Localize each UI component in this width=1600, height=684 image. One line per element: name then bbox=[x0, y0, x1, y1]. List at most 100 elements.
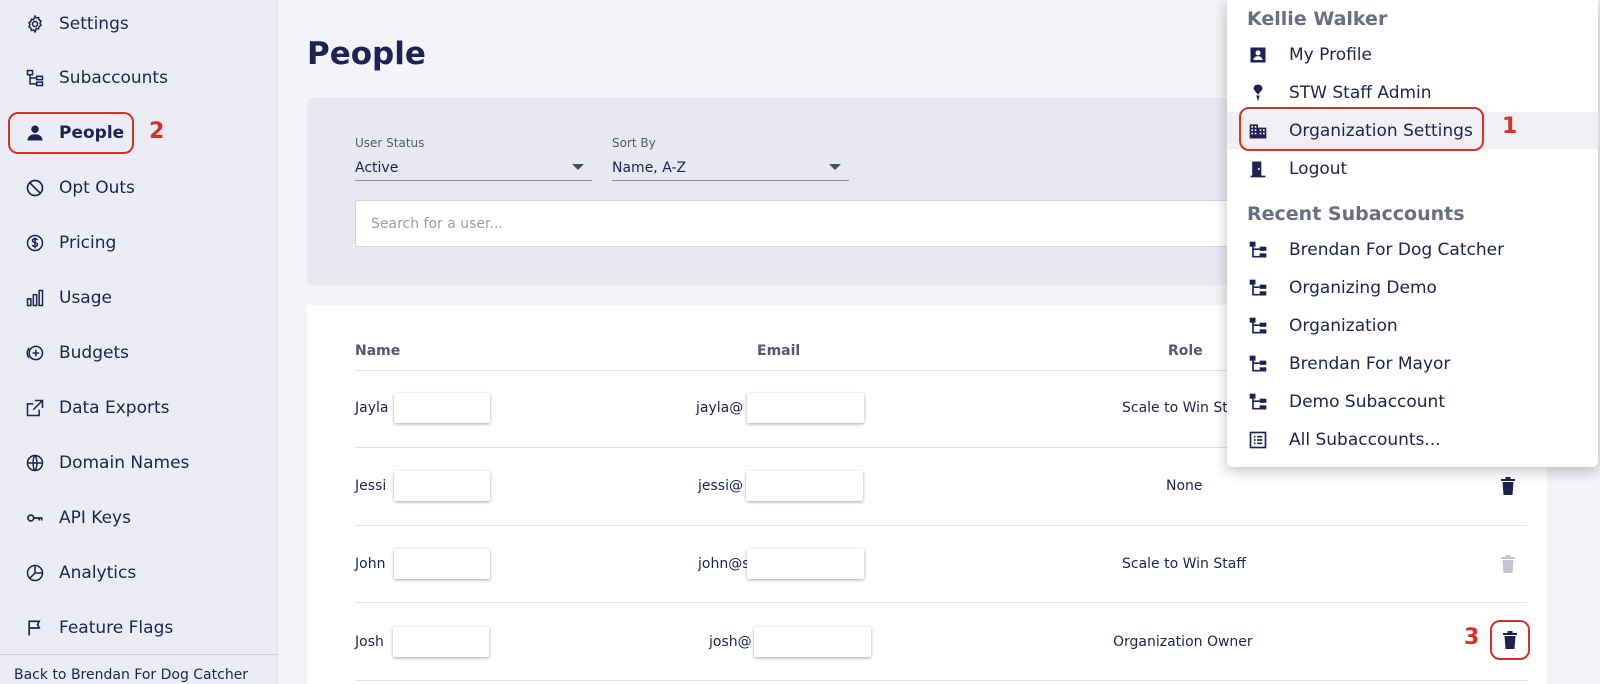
sidebar-item-budgets[interactable]: Budgets bbox=[0, 333, 278, 373]
sidebar-item-api-keys[interactable]: API Keys bbox=[0, 498, 278, 538]
table-cell-role: Organization Owner bbox=[1113, 634, 1253, 650]
redaction-box bbox=[393, 627, 489, 657]
list-icon bbox=[1247, 429, 1269, 451]
sidebar-item-opt-outs[interactable]: Opt Outs bbox=[0, 168, 278, 208]
table-cell-name: Jessi bbox=[355, 478, 387, 494]
key-icon bbox=[24, 507, 46, 529]
menu-item-all-subaccounts[interactable]: All Subaccounts... bbox=[1227, 421, 1598, 458]
menu-item-label: Logout bbox=[1289, 158, 1348, 179]
menu-item-logout[interactable]: Logout bbox=[1227, 150, 1598, 187]
table-cell-email: jessi@ bbox=[698, 478, 743, 494]
redaction-box bbox=[394, 471, 490, 501]
redaction-box bbox=[394, 549, 490, 579]
menu-item-label: Organization bbox=[1289, 315, 1398, 336]
subaccount-tree-icon bbox=[1247, 239, 1269, 261]
trash-icon bbox=[1498, 554, 1518, 574]
menu-item-label: All Subaccounts... bbox=[1289, 429, 1441, 450]
sidebar-item-label: Opt Outs bbox=[59, 178, 135, 198]
table-cell-role: Scale to Win Staff bbox=[1122, 556, 1246, 572]
recent-subaccounts-heading: Recent Subaccounts bbox=[1247, 203, 1465, 225]
sidebar-item-data-exports[interactable]: Data Exports bbox=[0, 388, 278, 428]
sidebar-item-feature-flags[interactable]: Feature Flags bbox=[0, 608, 278, 648]
profile-icon bbox=[1247, 44, 1269, 66]
subaccount-tree-icon bbox=[1247, 315, 1269, 337]
sidebar-item-label: Budgets bbox=[59, 343, 130, 363]
column-header-role[interactable]: Role bbox=[1168, 343, 1203, 359]
globe-icon bbox=[24, 452, 46, 474]
flag-icon bbox=[24, 617, 46, 639]
annotation-label-1: 1 bbox=[1502, 114, 1518, 139]
menu-item-label: STW Staff Admin bbox=[1289, 82, 1432, 103]
menu-item-my-profile[interactable]: My Profile bbox=[1227, 36, 1598, 73]
menu-item-stw-staff-admin[interactable]: STW Staff Admin bbox=[1227, 74, 1598, 111]
sidebar-item-label: API Keys bbox=[59, 508, 131, 528]
table-cell-email: josh@ bbox=[709, 634, 752, 650]
recent-subaccount-item[interactable]: Brendan For Dog Catcher bbox=[1227, 231, 1598, 268]
sidebar-item-settings[interactable]: Settings bbox=[0, 4, 278, 44]
trash-icon[interactable] bbox=[1498, 476, 1518, 496]
redaction-box bbox=[754, 627, 871, 657]
sidebar-item-label: Analytics bbox=[59, 563, 137, 583]
table-cell-name: Jayla bbox=[355, 400, 389, 416]
recent-subaccount-item[interactable]: Organization bbox=[1227, 307, 1598, 344]
table-cell-name: John bbox=[355, 556, 386, 572]
sidebar-item-usage[interactable]: Usage bbox=[0, 278, 278, 318]
table-cell-name: Josh bbox=[355, 634, 384, 650]
sidebar-item-analytics[interactable]: Analytics bbox=[0, 553, 278, 593]
recent-subaccount-item[interactable]: Organizing Demo bbox=[1227, 269, 1598, 306]
chevron-down-icon[interactable] bbox=[572, 164, 584, 170]
subaccount-tree-icon bbox=[1247, 353, 1269, 375]
sidebar-item-label: Settings bbox=[59, 14, 129, 34]
redaction-box bbox=[394, 393, 490, 423]
user-status-select[interactable]: Active bbox=[355, 160, 398, 176]
annotation-label-3: 3 bbox=[1464, 625, 1480, 650]
annotation-box-delete bbox=[1490, 620, 1530, 660]
logout-icon bbox=[1247, 158, 1269, 180]
annotation-label-2: 2 bbox=[149, 119, 165, 144]
column-header-name[interactable]: Name bbox=[355, 343, 400, 359]
export-icon bbox=[24, 397, 46, 419]
redaction-box bbox=[747, 549, 864, 579]
menu-item-label: Brendan For Dog Catcher bbox=[1289, 239, 1505, 260]
gear-icon bbox=[24, 13, 46, 35]
sidebar-item-label: Domain Names bbox=[59, 453, 190, 473]
budget-icon bbox=[24, 342, 46, 364]
sort-by-label: Sort By bbox=[612, 136, 656, 150]
select-underline bbox=[355, 180, 592, 181]
sidebar-item-subaccounts[interactable]: Subaccounts bbox=[0, 58, 278, 98]
sidebar-item-domain-names[interactable]: Domain Names bbox=[0, 443, 278, 483]
sidebar: Settings Subaccounts People Opt Outs Pri… bbox=[0, 0, 278, 684]
sidebar-item-label: Feature Flags bbox=[59, 618, 174, 638]
select-underline bbox=[612, 180, 849, 181]
menu-user-name: Kellie Walker bbox=[1247, 8, 1388, 30]
row-divider bbox=[355, 602, 1527, 603]
staff-admin-icon bbox=[1247, 82, 1269, 104]
menu-item-label: Organizing Demo bbox=[1289, 277, 1437, 298]
sidebar-item-pricing[interactable]: Pricing bbox=[0, 223, 278, 263]
table-cell-email: john@s bbox=[698, 556, 750, 572]
table-cell-role: None bbox=[1166, 478, 1203, 494]
back-link[interactable]: Back to Brendan For Dog Catcher bbox=[0, 654, 278, 684]
table-cell-email: jayla@ bbox=[696, 400, 744, 416]
recent-subaccount-item[interactable]: Brendan For Mayor bbox=[1227, 345, 1598, 382]
chevron-down-icon[interactable] bbox=[829, 164, 841, 170]
sidebar-item-label: Pricing bbox=[59, 233, 117, 253]
bar-chart-icon bbox=[24, 287, 46, 309]
sidebar-item-label: Subaccounts bbox=[59, 68, 168, 88]
subaccount-tree-icon bbox=[1247, 277, 1269, 299]
page-title: People bbox=[307, 36, 426, 72]
sidebar-item-label: Usage bbox=[59, 288, 112, 308]
row-divider bbox=[355, 680, 1527, 681]
column-header-email[interactable]: Email bbox=[757, 343, 800, 359]
dollar-icon bbox=[24, 232, 46, 254]
menu-item-label: My Profile bbox=[1289, 44, 1372, 65]
annotation-box-people bbox=[8, 112, 134, 154]
sidebar-item-label: Data Exports bbox=[59, 398, 170, 418]
row-divider bbox=[355, 525, 1527, 526]
subaccount-tree-icon bbox=[1247, 391, 1269, 413]
recent-subaccount-item[interactable]: Demo Subaccount bbox=[1227, 383, 1598, 420]
redaction-box bbox=[746, 471, 863, 501]
menu-item-label: Brendan For Mayor bbox=[1289, 353, 1451, 374]
sort-by-select[interactable]: Name, A-Z bbox=[612, 160, 686, 176]
redaction-box bbox=[747, 393, 864, 423]
